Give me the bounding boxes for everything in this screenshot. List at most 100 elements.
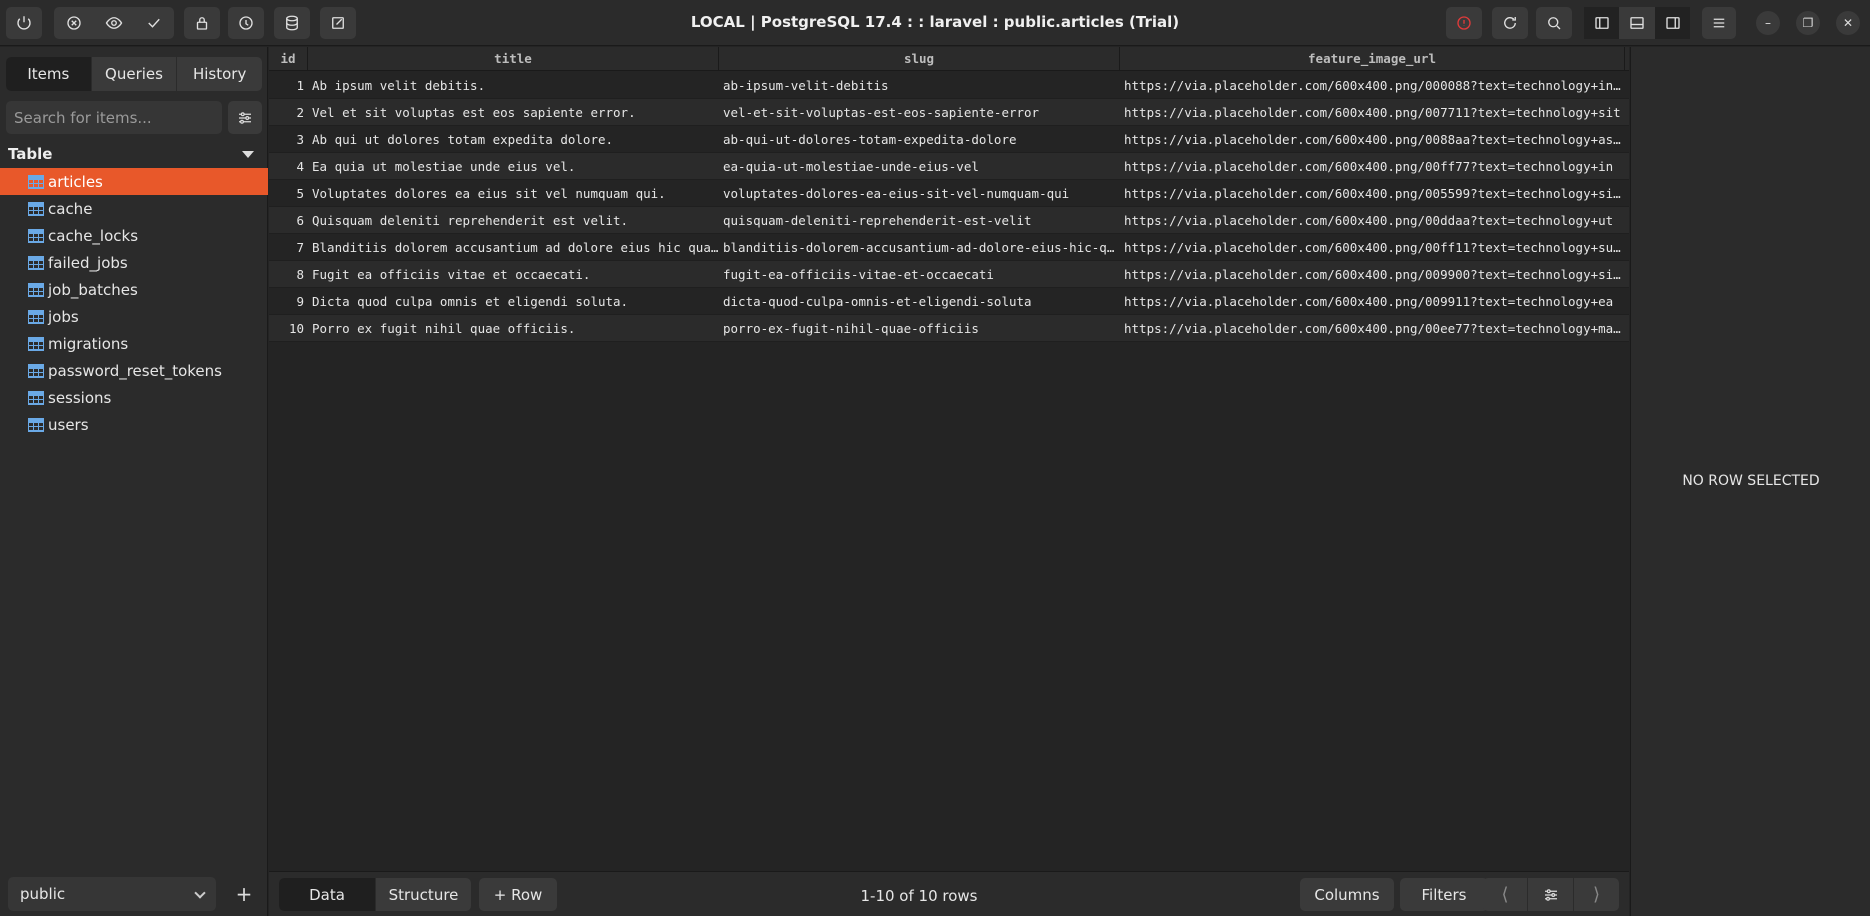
cell-id[interactable]: 7 (269, 234, 308, 261)
table-row[interactable]: 7 Blanditiis dolorem accusantium ad dolor… (269, 234, 1629, 261)
columns-button[interactable]: Columns (1300, 878, 1394, 911)
search-icon[interactable] (1536, 7, 1572, 39)
alert-icon[interactable] (1446, 7, 1482, 39)
cell-feature-image-url[interactable]: https://via.placeholder.com/600x400.png/… (1120, 234, 1625, 261)
add-row-button[interactable]: + Row (479, 878, 557, 911)
table-section-header[interactable]: Table (8, 145, 260, 167)
sidebar-item-cache[interactable]: cache (0, 195, 268, 222)
filter-settings-button[interactable] (228, 101, 262, 134)
table-row[interactable]: 6 Quisquam deleniti reprehenderit est vel… (269, 207, 1629, 234)
panel-bottom-icon[interactable] (1619, 7, 1655, 39)
cell-slug[interactable]: vel-et-sit-voluptas-est-eos-sapiente-err… (719, 99, 1120, 126)
refresh-icon[interactable] (1492, 7, 1528, 39)
table-row[interactable]: 4 Ea quia ut molestiae unde eius vel. ea-q… (269, 153, 1629, 180)
cell-id[interactable]: 10 (269, 315, 308, 342)
sidebar-item-cache-locks[interactable]: cache_locks (0, 222, 268, 249)
edit-icon[interactable] (320, 7, 356, 39)
table-row[interactable]: 3 Ab qui ut dolores totam expedita dolore… (269, 126, 1629, 153)
tab-items[interactable]: Items (6, 57, 92, 91)
next-page-icon[interactable]: ⟩ (1574, 878, 1619, 911)
add-icon[interactable]: + (232, 877, 256, 911)
cell-slug[interactable]: ab-ipsum-velit-debitis (719, 72, 1120, 99)
table-row[interactable]: 10 Porro ex fugit nihil quae officiis. por… (269, 315, 1629, 342)
close-circle-icon[interactable] (54, 7, 94, 39)
cell-overflow (1625, 99, 1629, 126)
tab-data[interactable]: Data (279, 878, 376, 911)
minimize-icon[interactable]: – (1756, 11, 1780, 35)
cell-title[interactable]: Vel et sit voluptas est eos sapiente err… (308, 99, 719, 126)
sidebar-item-articles[interactable]: articles (0, 168, 268, 195)
cell-title[interactable]: Ab qui ut dolores totam expedita dolore. (308, 126, 719, 153)
close-window-icon[interactable]: ✕ (1836, 11, 1860, 35)
sidebar-left-icon[interactable] (1584, 7, 1619, 39)
cell-feature-image-url[interactable]: https://via.placeholder.com/600x400.png/… (1120, 261, 1625, 288)
sidebar-item-label: users (48, 415, 89, 434)
prev-page-icon[interactable]: ⟨ (1483, 878, 1528, 911)
table-row[interactable]: 2 Vel et sit voluptas est eos sapiente er… (269, 99, 1629, 126)
sidebar-item-failed-jobs[interactable]: failed_jobs (0, 249, 268, 276)
sidebar-item-users[interactable]: users (0, 411, 268, 438)
cell-feature-image-url[interactable]: https://via.placeholder.com/600x400.png/… (1120, 99, 1625, 126)
cell-id[interactable]: 9 (269, 288, 308, 315)
refresh-circle-icon[interactable] (228, 7, 264, 39)
cell-id[interactable]: 3 (269, 126, 308, 153)
cell-slug[interactable]: quisquam-deleniti-reprehenderit-est-veli… (719, 207, 1120, 234)
database-icon[interactable] (274, 7, 310, 39)
tab-structure[interactable]: Structure (376, 878, 471, 911)
cell-title[interactable]: Ea quia ut molestiae unde eius vel. (308, 153, 719, 180)
cell-id[interactable]: 4 (269, 153, 308, 180)
table-row[interactable]: 5 Voluptates dolores ea eius sit vel numq… (269, 180, 1629, 207)
column-header-title[interactable]: title (308, 47, 719, 71)
filters-button[interactable]: Filters (1400, 878, 1488, 911)
eye-icon[interactable] (94, 7, 134, 39)
menu-icon[interactable] (1702, 7, 1736, 39)
cell-feature-image-url[interactable]: https://via.placeholder.com/600x400.png/… (1120, 288, 1625, 315)
cell-id[interactable]: 8 (269, 261, 308, 288)
tab-queries[interactable]: Queries (92, 57, 178, 91)
cell-slug[interactable]: voluptates-dolores-ea-eius-sit-vel-numqu… (719, 180, 1120, 207)
schema-select[interactable]: public (8, 877, 216, 911)
column-header-feature-image-url[interactable]: feature_image_url (1120, 47, 1625, 71)
cell-title[interactable]: Porro ex fugit nihil quae officiis. (308, 315, 719, 342)
table-row[interactable]: 9 Dicta quod culpa omnis et eligendi solu… (269, 288, 1629, 315)
cell-slug[interactable]: ea-quia-ut-molestiae-unde-eius-vel (719, 153, 1120, 180)
sidebar-item-jobs[interactable]: jobs (0, 303, 268, 330)
table-row[interactable]: 8 Fugit ea officiis vitae et occaecati. fu… (269, 261, 1629, 288)
cell-title[interactable]: Ab ipsum velit debitis. (308, 72, 719, 99)
cell-id[interactable]: 6 (269, 207, 308, 234)
cell-slug[interactable]: porro-ex-fugit-nihil-quae-officiis (719, 315, 1120, 342)
check-icon[interactable] (134, 7, 174, 39)
tab-history[interactable]: History (177, 57, 262, 91)
table-row[interactable]: 1 Ab ipsum velit debitis. ab-ipsum-velit-d… (269, 72, 1629, 99)
cell-feature-image-url[interactable]: https://via.placeholder.com/600x400.png/… (1120, 207, 1625, 234)
cell-feature-image-url[interactable]: https://via.placeholder.com/600x400.png/… (1120, 126, 1625, 153)
cell-title[interactable]: Fugit ea officiis vitae et occaecati. (308, 261, 719, 288)
cell-slug[interactable]: ab-qui-ut-dolores-totam-expedita-dolore (719, 126, 1120, 153)
cell-title[interactable]: Blanditiis dolorem accusantium ad dolore… (308, 234, 719, 261)
cell-slug[interactable]: blanditiis-dolorem-accusantium-ad-dolore… (719, 234, 1120, 261)
cell-slug[interactable]: fugit-ea-officiis-vitae-et-occaecati (719, 261, 1120, 288)
page-settings-icon[interactable] (1528, 878, 1574, 911)
cell-feature-image-url[interactable]: https://via.placeholder.com/600x400.png/… (1120, 315, 1625, 342)
cell-id[interactable]: 5 (269, 180, 308, 207)
cell-id[interactable]: 2 (269, 99, 308, 126)
cell-title[interactable]: Quisquam deleniti reprehenderit est veli… (308, 207, 719, 234)
sidebar-item-migrations[interactable]: migrations (0, 330, 268, 357)
cell-title[interactable]: Dicta quod culpa omnis et eligendi solut… (308, 288, 719, 315)
cell-feature-image-url[interactable]: https://via.placeholder.com/600x400.png/… (1120, 180, 1625, 207)
cell-id[interactable]: 1 (269, 72, 308, 99)
maximize-icon[interactable]: ❐ (1796, 11, 1820, 35)
search-input[interactable] (6, 101, 222, 134)
lock-icon[interactable] (184, 7, 220, 39)
cell-feature-image-url[interactable]: https://via.placeholder.com/600x400.png/… (1120, 72, 1625, 99)
sidebar-item-password-reset-tokens[interactable]: password_reset_tokens (0, 357, 268, 384)
column-header-id[interactable]: id (269, 47, 308, 71)
sidebar-right-icon[interactable] (1655, 7, 1690, 39)
power-icon[interactable] (6, 7, 42, 39)
cell-title[interactable]: Voluptates dolores ea eius sit vel numqu… (308, 180, 719, 207)
sidebar-item-job-batches[interactable]: job_batches (0, 276, 268, 303)
column-header-slug[interactable]: slug (719, 47, 1120, 71)
cell-slug[interactable]: dicta-quod-culpa-omnis-et-eligendi-solut… (719, 288, 1120, 315)
sidebar-item-sessions[interactable]: sessions (0, 384, 268, 411)
cell-feature-image-url[interactable]: https://via.placeholder.com/600x400.png/… (1120, 153, 1625, 180)
